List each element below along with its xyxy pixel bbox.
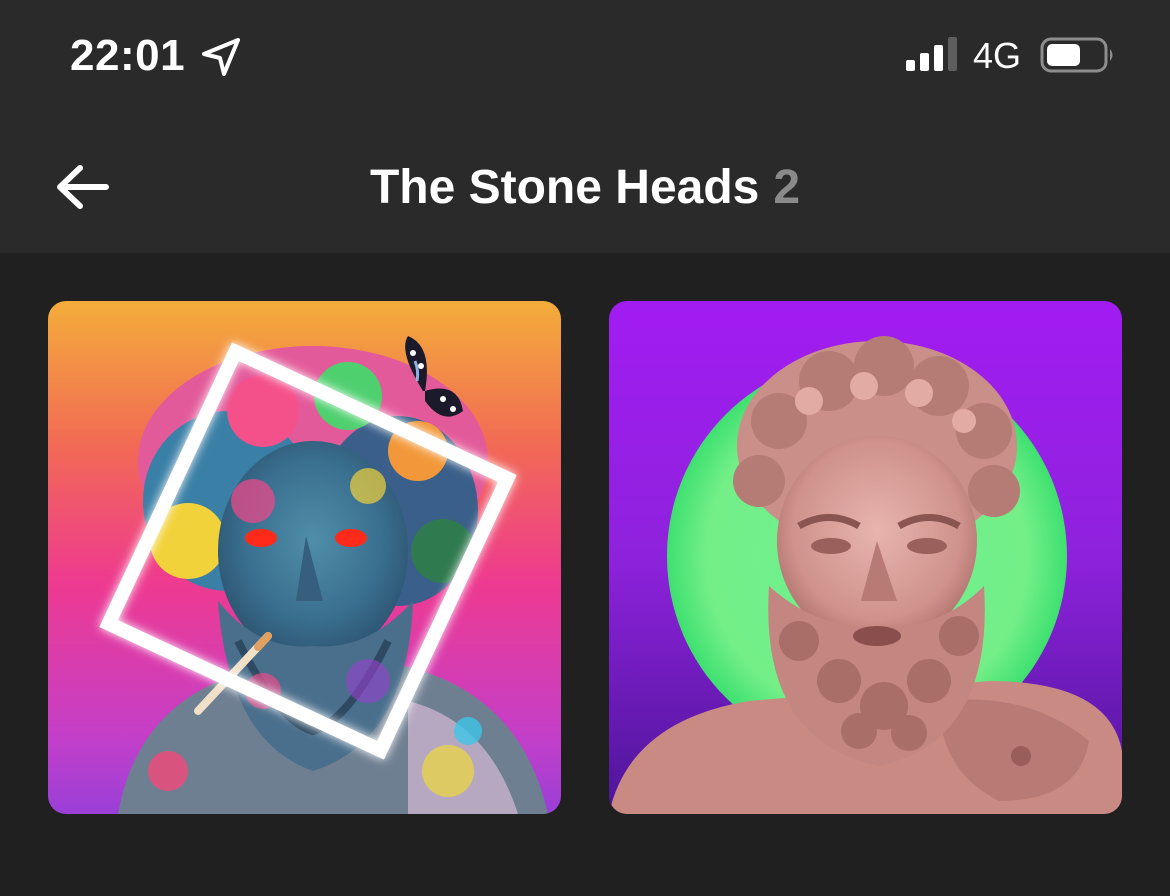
collection-item-2[interactable] bbox=[609, 301, 1122, 814]
network-type-label: 4G bbox=[973, 35, 1022, 76]
location-arrow-icon bbox=[200, 36, 242, 78]
battery-icon bbox=[1040, 37, 1116, 73]
item-count: 2 bbox=[773, 161, 801, 214]
status-time: 22:01 bbox=[70, 31, 186, 80]
status-bar: 22:01 4G bbox=[0, 0, 1170, 110]
artwork-marble-statue bbox=[609, 301, 1122, 814]
artwork-neon-statue bbox=[48, 301, 561, 814]
navigation-header: The Stone Heads 2 bbox=[0, 130, 1170, 246]
collection-title: The Stone Heads bbox=[369, 161, 760, 214]
cellular-signal-icon bbox=[906, 36, 958, 72]
collection-item-1[interactable] bbox=[48, 301, 561, 814]
page-title: The Stone Heads 2 bbox=[0, 160, 1170, 216]
